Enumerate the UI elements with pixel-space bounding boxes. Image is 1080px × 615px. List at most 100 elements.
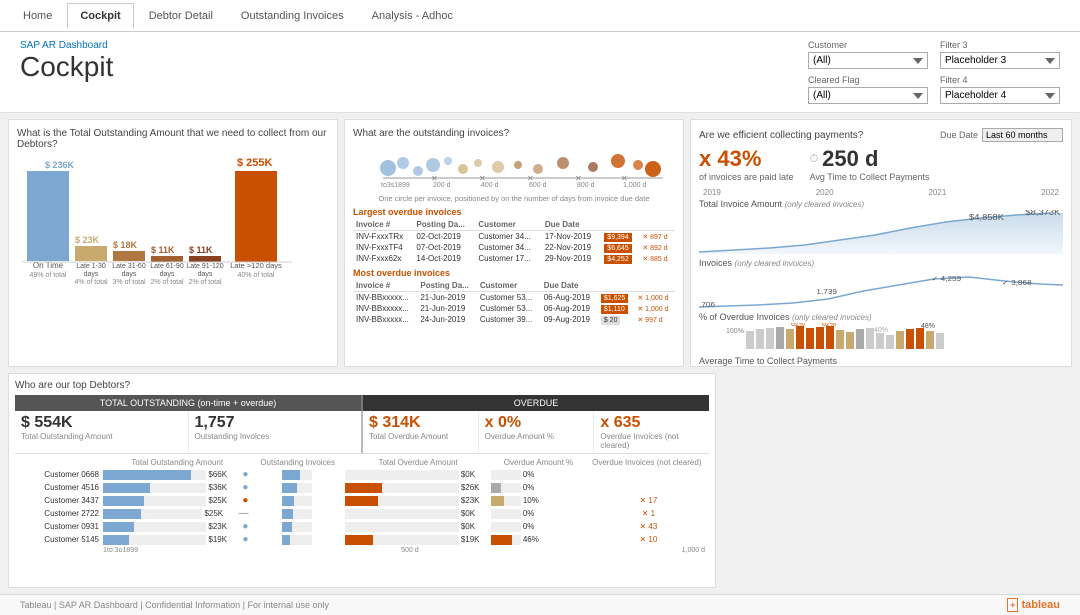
svg-text:✕: ✕: [527, 174, 534, 183]
overdue-inv-prefix: x: [600, 414, 609, 431]
svg-text:$ 11K: $ 11K: [151, 245, 175, 255]
total-outstanding-val: $ 554K: [21, 414, 182, 432]
svg-text:706: 706: [701, 301, 715, 309]
svg-text:200 d: 200 d: [433, 182, 451, 189]
outstanding-invoices-panel: What are the outstanding invoices?: [344, 119, 684, 367]
table-row: INV-Fxxx62x 14-Oct-2019 Customer 17... 2…: [353, 253, 675, 264]
customer-filter-label: Customer: [808, 40, 928, 50]
dashboard-subtitle: SAP AR Dashboard: [20, 40, 113, 51]
invoice-scatter-chart: to3s1899 200 d 400 d 600 d 800 d 1,000 d…: [353, 143, 673, 191]
most-overdue-title: Most overdue invoices: [353, 268, 675, 278]
svg-text:800 d: 800 d: [577, 182, 595, 189]
largest-overdue-table: Invoice # Posting Da... Customer Due Dat…: [353, 219, 675, 264]
svg-text:1,739: 1,739: [816, 288, 837, 296]
svg-text:$8,373K: $8,373K: [1025, 210, 1060, 217]
outstanding-invoices-title: What are the outstanding invoices?: [353, 128, 675, 139]
total-overdue-val: $ 314K: [369, 414, 472, 432]
overdue-pct-val: 0%: [498, 414, 521, 431]
tab-cockpit[interactable]: Cockpit: [67, 3, 133, 29]
header: SAP AR Dashboard Cockpit Customer (All) …: [0, 32, 1080, 113]
chart-note: One circle per invoice, positioned by on…: [353, 194, 675, 203]
footer-text: Tableau | SAP AR Dashboard | Confidentia…: [20, 600, 329, 610]
col2-header: OVERDUE: [363, 395, 709, 411]
overdue-pct-label: Overdue Amount %: [485, 432, 588, 441]
svg-text:Late 61-90: Late 61-90: [150, 263, 184, 270]
due-date-filter-select[interactable]: Last 60 months: [982, 128, 1063, 142]
table-row: INV-BBxxxxx... 21-Jun-2019 Customer 53..…: [353, 292, 675, 304]
debtors-panel-title: Who are our top Debtors?: [15, 380, 709, 391]
footer: Tableau | SAP AR Dashboard | Confidentia…: [0, 594, 1080, 615]
invoices-label: Invoices: [699, 258, 732, 268]
tab-analysis-adhoc[interactable]: Analysis - Adhoc: [359, 3, 466, 28]
col1-header: TOTAL OUTSTANDING (on-time + overdue): [15, 395, 363, 411]
svg-text:Late 31-60: Late 31-60: [112, 263, 146, 270]
svg-text:$4,858K: $4,858K: [969, 213, 1004, 222]
stat1-prefix: x: [699, 146, 711, 171]
overdue-inv-val: 635: [614, 414, 641, 431]
filter4-label: Filter 4: [940, 75, 1060, 85]
pct-overdue-label: % of Overdue Invoices: [699, 312, 790, 322]
filter3-label: Filter 3: [940, 40, 1060, 50]
cleared-flag-select[interactable]: (All): [808, 87, 928, 104]
total-invoice-chart: $4,858K $8,373K: [699, 210, 1063, 255]
svg-text:✕: ✕: [575, 174, 582, 183]
svg-text:Late 1-30: Late 1-30: [76, 263, 106, 270]
tab-home[interactable]: Home: [10, 3, 65, 28]
svg-text:$ 236K: $ 236K: [45, 160, 75, 170]
table-row: INV-FxxxTF4 07-Oct-2019 Customer 34... 2…: [353, 242, 675, 253]
svg-text:62%: 62%: [791, 323, 805, 328]
customer-filter-select[interactable]: (All): [808, 52, 928, 69]
total-outstanding-label: Total Outstanding Amount: [21, 432, 182, 441]
filter3-select[interactable]: Placeholder 3: [940, 52, 1060, 69]
stat2-label: Avg Time to Collect Payments: [810, 172, 930, 182]
svg-text:4% of total: 4% of total: [74, 279, 108, 286]
svg-text:600 d: 600 d: [529, 182, 547, 189]
svg-text:$ 11K: $ 11K: [189, 245, 213, 255]
stat2-value: 250 d: [822, 146, 878, 172]
most-overdue-table: Invoice # Posting Da... Customer Due Dat…: [353, 280, 675, 325]
list-item: Customer 3437 $25K ●: [15, 495, 709, 506]
tableau-logo: + tableau: [1007, 599, 1060, 611]
avg-time-label: Average Time to Collect Payments: [699, 356, 1063, 366]
svg-text:$ 23K: $ 23K: [75, 235, 100, 245]
svg-text:100%: 100%: [726, 328, 744, 335]
svg-text:40%: 40%: [874, 327, 888, 334]
svg-text:2% of total: 2% of total: [188, 279, 222, 286]
svg-text:$ 255K: $ 255K: [237, 157, 273, 169]
svg-text:2% of total: 2% of total: [150, 279, 184, 286]
svg-text:48%: 48%: [921, 323, 935, 330]
outstanding-inv-label: Outstanding Invoices: [195, 432, 356, 441]
list-item: Customer 4516 $36K ●: [15, 482, 709, 493]
overdue-inv-label: Overdue Invoices (not cleared): [600, 432, 703, 450]
svg-text:days: days: [84, 271, 99, 278]
pct-overdue-chart: 100% 62% 62% 40%: [699, 323, 1063, 353]
debtors-panel: Who are our top Debtors? TOTAL OUTSTANDI…: [8, 373, 716, 588]
svg-text:400 d: 400 d: [481, 182, 499, 189]
table-row: INV-FxxxTRx 02-Oct-2019 Customer 34... 1…: [353, 231, 675, 243]
svg-text:to3s1899: to3s1899: [381, 182, 410, 189]
tab-debtor-detail[interactable]: Debtor Detail: [136, 3, 226, 28]
svg-text:days: days: [160, 271, 175, 278]
svg-text:$ 18K: $ 18K: [113, 240, 138, 250]
list-item: Customer 0931 $23K ●: [15, 521, 709, 532]
list-item: Customer 2722 $25K —: [15, 508, 709, 519]
list-item: Customer 5145 $19K ●: [15, 534, 709, 545]
invoices-chart: 706 1,739 ✓ 4,259 ✓ 3,868: [699, 269, 1063, 309]
outstanding-bar-chart: $ 236K On Time 49% of total $ 23K Late 1…: [17, 156, 327, 311]
tab-outstanding-invoices[interactable]: Outstanding Invoices: [228, 3, 357, 28]
svg-text:days: days: [122, 271, 137, 278]
svg-text:49% of total: 49% of total: [30, 272, 67, 279]
filter-area: Customer (All) Filter 3 Placeholder 3 Cl…: [808, 40, 1060, 104]
right-spacer: [722, 373, 1072, 588]
svg-text:40% of total: 40% of total: [238, 272, 275, 279]
svg-text:✓ 4,259: ✓ 4,259: [931, 275, 961, 283]
efficiency-panel: Are we efficient collecting payments? Du…: [690, 119, 1072, 367]
outstanding-panel-title: What is the Total Outstanding Amount tha…: [17, 128, 329, 150]
filter4-select[interactable]: Placeholder 4: [940, 87, 1060, 104]
total-invoice-label: Total Invoice Amount (only cleared invoi…: [699, 199, 1063, 209]
outstanding-inv-val: 1,757: [195, 414, 356, 432]
customer-list: Total Outstanding Amount Outstanding Inv…: [15, 458, 709, 545]
table-row: INV-BBxxxxx... 21-Jun-2019 Customer 53..…: [353, 303, 675, 314]
largest-overdue-title: Largest overdue invoices: [353, 207, 675, 217]
table-row: INV-BBxxxxx... 24-Jun-2019 Customer 39..…: [353, 314, 675, 325]
